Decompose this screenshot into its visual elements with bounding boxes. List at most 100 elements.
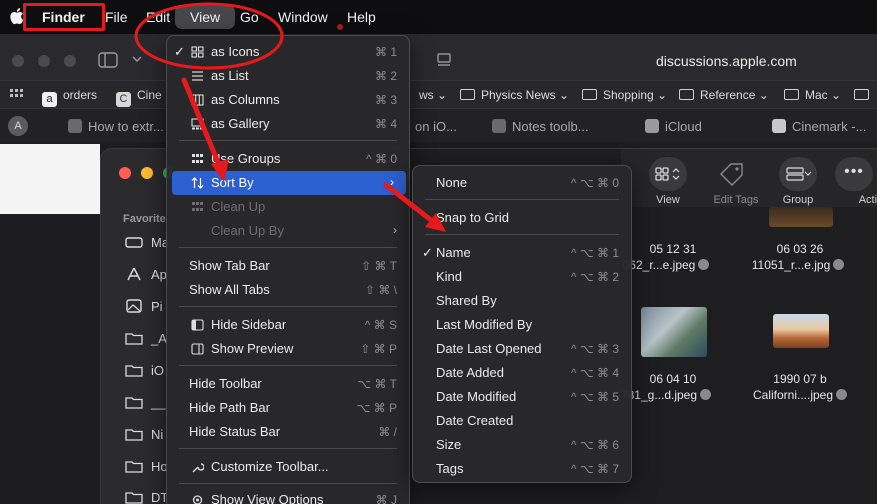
download-icon[interactable] [698,259,710,270]
menu-item-as-columns[interactable]: as Columns ⌘ 3 [167,88,409,112]
sidebar-item-folder[interactable]: iO [125,363,164,378]
menu-help[interactable]: Help [347,9,376,25]
view-menu: ✓ as Icons ⌘ 1 as List ⌘ 2 as Columns ⌘ … [166,35,410,504]
menu-file[interactable]: File [105,9,128,25]
sort-icon [191,177,204,189]
sort-item-none[interactable]: None ^ ⌥ ⌘ 0 [413,171,631,195]
folder-icon [125,397,143,409]
sidebar-item-folder[interactable]: DT [125,490,168,504]
bookmark-cinemark[interactable]: C Cine [116,88,162,107]
close-button[interactable] [119,167,131,179]
menu-item-clean-up: Clean Up [167,195,409,219]
download-icon[interactable] [833,259,845,270]
tab-cinemark[interactable]: Cinemark -... [772,119,866,134]
menu-item-sort-by[interactable]: Sort By › [172,171,406,195]
sort-item-name[interactable]: ✓ Name ^ ⌥ ⌘ 1 [413,241,631,265]
menu-item-use-groups[interactable]: Use Groups ^ ⌘ 0 [167,147,409,171]
menu-view[interactable]: View [190,9,220,25]
menu-item-customize-toolbar[interactable]: Customize Toolbar... [167,455,409,479]
menu-item-show-all-tabs[interactable]: Show All Tabs ⇧ ⌘ \ [167,278,409,302]
sidebar-item-folder[interactable]: Ni [125,427,163,442]
sort-item-size[interactable]: Size ^ ⌥ ⌘ 6 [413,433,631,457]
wrench-icon [192,463,204,473]
chevron-right-icon: › [393,223,397,237]
folder-icon [679,89,694,100]
reader-icon[interactable] [437,53,451,67]
menu-separator [179,247,397,248]
sidebar-item-pictures[interactable]: Pi [125,299,163,314]
bookmark-more[interactable] [854,88,875,102]
download-icon[interactable] [836,389,848,400]
tab-how-to-extract[interactable]: How to extr... [68,119,164,134]
menu-item-as-icons[interactable]: ✓ as Icons ⌘ 1 [167,40,409,64]
menu-edit[interactable]: Edit [146,9,170,25]
sort-item-shared-by[interactable]: Shared By [413,289,631,313]
menu-item-hide-sidebar[interactable]: Hide Sidebar ^ ⌘ S [167,313,409,337]
minimize-button[interactable] [38,55,50,67]
pictures-icon [126,299,142,313]
file-thumbnail[interactable] [773,314,829,348]
sort-item-last-modified-by[interactable]: Last Modified By [413,313,631,337]
tag-icon[interactable] [717,161,747,187]
menu-separator [179,448,397,449]
close-button[interactable] [12,55,24,67]
profile-avatar[interactable]: A [8,116,28,136]
sidebar-item-folder[interactable]: __ [125,395,165,410]
menu-item-hide-path-bar[interactable]: Hide Path Bar ⌥ ⌘ P [167,396,409,420]
menu-item-as-gallery[interactable]: as Gallery ⌘ 4 [167,112,409,136]
list-icon [192,71,203,81]
sort-item-date-modified[interactable]: Date Modified ^ ⌥ ⌘ 5 [413,385,631,409]
sidebar-item-macintosh[interactable]: Ma [125,235,169,250]
file-thumbnail[interactable] [641,307,707,357]
menu-item-as-list[interactable]: as List ⌘ 2 [167,64,409,88]
view-button[interactable] [649,157,687,191]
apple-logo-icon[interactable] [10,7,24,25]
grid-icon[interactable] [10,89,23,101]
sort-item-tags[interactable]: Tags ^ ⌥ ⌘ 7 [413,457,631,481]
menu-window[interactable]: Window [278,9,328,25]
preview-icon [191,343,204,355]
bookmark-shopping[interactable]: Shopping ⌄ [582,88,667,102]
group-icon [786,167,812,181]
cinemark-icon [772,119,786,133]
group-button[interactable] [779,157,817,191]
menu-go[interactable]: Go [240,9,259,25]
icon-grid-icon [191,46,204,58]
file-thumbnail[interactable] [769,207,833,227]
chevron-down-icon[interactable] [132,56,142,64]
menu-item-hide-status-bar[interactable]: Hide Status Bar ⌘ / [167,420,409,444]
address-bar-domain[interactable]: discussions.apple.com [656,53,797,69]
sidebar-item-applications[interactable]: Ap [125,267,167,282]
file-name: Californi....jpeg [745,388,855,402]
sort-item-date-created[interactable]: Date Created [413,409,631,433]
sidebar-icon[interactable] [98,52,118,68]
sort-item-snap-to-grid[interactable]: Snap to Grid [413,206,631,230]
folder-icon [784,89,799,100]
tab-ios[interactable]: on iO... [415,119,457,134]
tab-icloud[interactable]: iCloud [645,119,702,134]
sidebar-item-folder[interactable]: _A [125,331,167,346]
group-label: Group [782,194,814,206]
minimize-button[interactable] [141,167,153,179]
menu-item-show-view-options[interactable]: Show View Options ⌘ J [167,488,409,504]
menu-item-show-preview[interactable]: Show Preview ⇧ ⌘ P [167,337,409,361]
sort-item-date-last-opened[interactable]: Date Last Opened ^ ⌥ ⌘ 3 [413,337,631,361]
zoom-button[interactable] [64,55,76,67]
bookmark-reference[interactable]: Reference ⌄ [679,88,769,102]
bookmark-news[interactable]: ws ⌄ [419,88,447,102]
bookmark-mac[interactable]: Mac ⌄ [784,88,841,102]
icloud-icon [645,119,659,133]
menu-item-show-tab-bar[interactable]: Show Tab Bar ⇧ ⌘ T [167,254,409,278]
bookmark-orders[interactable]: a orders [42,88,97,107]
red-dot-mark [337,24,343,30]
checkmark-icon: ✓ [422,245,433,260]
tab-notes-toolbar[interactable]: Notes toolb... [492,119,589,134]
download-icon[interactable] [700,389,712,400]
bookmark-physics-news[interactable]: Physics News ⌄ [460,88,569,102]
menu-item-hide-toolbar[interactable]: Hide Toolbar ⌥ ⌘ T [167,372,409,396]
folder-icon [460,89,475,100]
sort-item-date-added[interactable]: Date Added ^ ⌥ ⌘ 4 [413,361,631,385]
action-button[interactable]: ••• [835,157,873,191]
sort-item-kind[interactable]: Kind ^ ⌥ ⌘ 2 [413,265,631,289]
sidebar-item-folder[interactable]: Ho [125,459,168,474]
